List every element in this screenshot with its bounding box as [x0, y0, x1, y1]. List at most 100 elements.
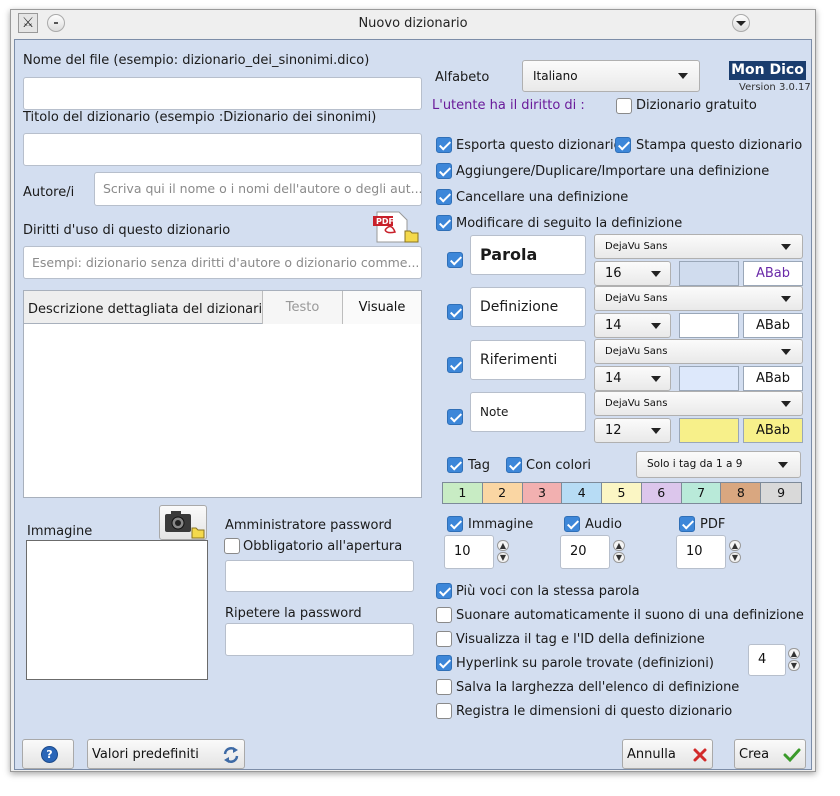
close-icon: [693, 748, 707, 762]
pdf-count-input[interactable]: 10: [676, 535, 726, 569]
free-dictionary-checkbox[interactable]: [616, 98, 632, 114]
sample-preview: ABab: [743, 366, 803, 391]
checkmark-icon: [783, 748, 801, 763]
field-label-definizione[interactable]: Definizione: [470, 287, 586, 327]
tag-cell-3[interactable]: 3: [522, 483, 563, 503]
tag-cell-7[interactable]: 7: [681, 483, 722, 503]
image-checkbox[interactable]: [447, 516, 463, 532]
save-dims-checkbox[interactable]: [436, 703, 452, 719]
font-select[interactable]: DejaVu Sans: [594, 286, 803, 311]
sample-preview: ABab: [743, 261, 803, 286]
admin-password-input[interactable]: [225, 560, 414, 592]
add-definition-checkbox[interactable]: [436, 163, 452, 179]
color-swatch[interactable]: [679, 366, 739, 391]
show-tag-id-checkbox[interactable]: [436, 631, 452, 647]
field-checkbox[interactable]: [447, 304, 463, 320]
brand-logo: Mon Dico: [729, 61, 806, 80]
tag-checkbox[interactable]: [447, 457, 463, 473]
tag-cell-1[interactable]: 1: [443, 483, 483, 503]
author-input[interactable]: Scriva qui il nome o i nomi dell'autore …: [94, 172, 422, 206]
field-checkbox[interactable]: [447, 409, 463, 425]
tag-cell-2[interactable]: 2: [482, 483, 523, 503]
tag-cell-4[interactable]: 4: [562, 483, 603, 503]
pdf-attach-button[interactable]: PDF: [371, 210, 419, 243]
auto-sound-checkbox[interactable]: [436, 607, 452, 623]
description-editor[interactable]: [24, 325, 421, 497]
create-label: Crea: [739, 747, 770, 762]
chevron-down-icon: [678, 73, 688, 79]
image-preview[interactable]: [26, 540, 208, 680]
admin-password-label: Amministratore password: [225, 518, 392, 533]
field-checkbox[interactable]: [447, 357, 463, 373]
audio-checkbox[interactable]: [564, 516, 580, 532]
up-arrow-icon: ▲: [729, 540, 741, 551]
usage-rights-input[interactable]: Esempi: dizionario senza diritti d'autor…: [23, 246, 422, 279]
hyperlink-count-input[interactable]: 4: [748, 644, 786, 676]
pdf-count-stepper[interactable]: ▲ ▼: [729, 540, 741, 564]
chevron-down-icon: [736, 21, 746, 26]
multi-entries-checkbox[interactable]: [436, 583, 452, 599]
modify-definition-label: Modificare di seguito la definizione: [456, 216, 683, 231]
tag-color-strip: 123456789: [442, 482, 802, 504]
field-label-note[interactable]: Note: [470, 392, 586, 432]
multi-entries-label: Più voci con la stessa parola: [456, 584, 640, 599]
usage-rights-label: Diritti d'uso di questo dizionario: [23, 223, 231, 238]
description-panel: Descrizione dettagliata del dizionario T…: [23, 290, 422, 498]
create-button[interactable]: Crea: [734, 739, 806, 769]
audio-count-stepper[interactable]: ▲ ▼: [613, 540, 625, 564]
size-select[interactable]: 14: [594, 366, 671, 391]
delete-definition-checkbox[interactable]: [436, 189, 452, 205]
export-checkbox[interactable]: [436, 137, 452, 153]
sample-preview: ABab: [743, 313, 803, 338]
font-name: DejaVu Sans: [605, 293, 668, 304]
colors-checkbox[interactable]: [506, 457, 522, 473]
defaults-button[interactable]: Valori predefiniti: [87, 739, 245, 769]
svg-text:PDF: PDF: [376, 217, 394, 226]
hyperlink-checkbox[interactable]: [436, 655, 452, 671]
image-count-stepper[interactable]: ▲ ▼: [497, 540, 509, 564]
chevron-down-icon: [651, 376, 661, 382]
color-swatch[interactable]: [679, 261, 739, 286]
image-count-input[interactable]: 10: [444, 535, 494, 569]
print-checkbox[interactable]: [615, 137, 631, 153]
tag-cell-6[interactable]: 6: [641, 483, 682, 503]
print-label: Stampa questo dizionario: [636, 138, 803, 153]
dictionary-title-label: Titolo del dizionario (esempio :Dizionar…: [23, 110, 377, 125]
tag-cell-8[interactable]: 8: [721, 483, 762, 503]
field-label-parola[interactable]: Parola: [470, 235, 586, 275]
repeat-password-input[interactable]: [225, 623, 414, 656]
tag-cell-9[interactable]: 9: [761, 483, 801, 503]
hyperlink-count-stepper[interactable]: ▲ ▼: [788, 648, 800, 672]
alphabet-select[interactable]: Italiano: [522, 60, 700, 92]
camera-button[interactable]: [159, 505, 207, 540]
field-label-riferimenti[interactable]: Riferimenti: [470, 340, 586, 380]
size-select[interactable]: 14: [594, 313, 671, 338]
file-name-input[interactable]: [23, 77, 422, 110]
tab-text[interactable]: Testo: [262, 291, 342, 324]
tag-filter-select[interactable]: Solo i tag da 1 a 9: [636, 451, 801, 478]
window-menu-button[interactable]: [732, 14, 750, 32]
camera-icon: [165, 511, 205, 539]
tab-visual[interactable]: Visuale: [342, 291, 421, 324]
help-button[interactable]: ?: [22, 739, 74, 769]
color-swatch[interactable]: [679, 418, 739, 443]
save-width-checkbox[interactable]: [436, 679, 452, 695]
color-swatch[interactable]: [679, 313, 739, 338]
delete-definition-label: Cancellare una definizione: [456, 190, 629, 205]
font-select[interactable]: DejaVu Sans: [594, 234, 803, 259]
font-select[interactable]: DejaVu Sans: [594, 339, 803, 364]
font-select[interactable]: DejaVu Sans: [594, 391, 803, 416]
tag-cell-5[interactable]: 5: [602, 483, 642, 503]
size-select[interactable]: 12: [594, 418, 671, 443]
field-checkbox[interactable]: [447, 252, 463, 268]
chevron-down-icon: [781, 401, 791, 407]
size-select[interactable]: 16: [594, 261, 671, 286]
refresh-icon: [223, 747, 239, 763]
pdf-checkbox[interactable]: [679, 516, 695, 532]
dictionary-title-input[interactable]: [23, 133, 422, 166]
audio-count-input[interactable]: 20: [560, 535, 610, 569]
mandatory-checkbox[interactable]: [224, 538, 240, 554]
tag-filter-value: Solo i tag da 1 a 9: [647, 458, 743, 470]
modify-definition-checkbox[interactable]: [436, 215, 452, 231]
cancel-button[interactable]: Annulla: [622, 739, 713, 769]
